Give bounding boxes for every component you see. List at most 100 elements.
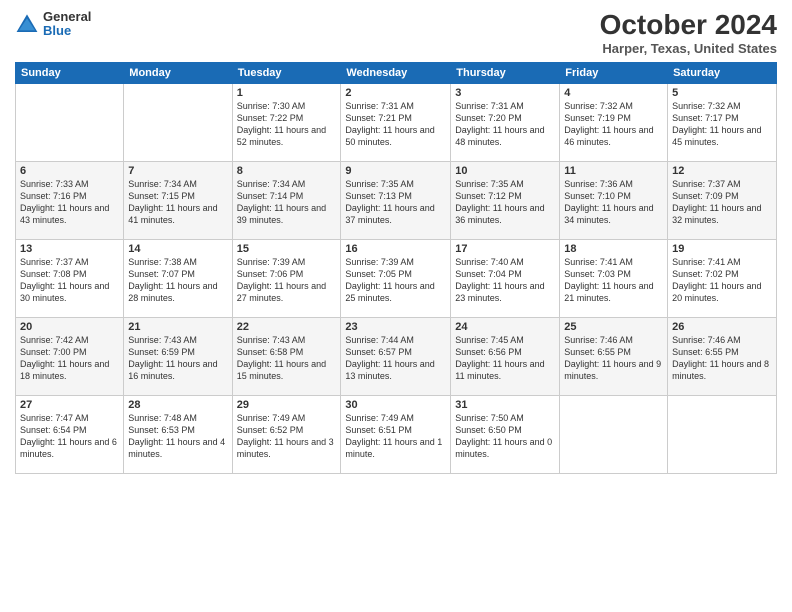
- col-monday: Monday: [124, 62, 232, 83]
- calendar-cell: 4 Sunrise: 7:32 AM Sunset: 7:19 PM Dayli…: [560, 83, 668, 161]
- sunrise-text: Sunrise: 7:31 AM: [345, 101, 414, 111]
- calendar-cell: 26 Sunrise: 7:46 AM Sunset: 6:55 PM Dayl…: [668, 317, 777, 395]
- col-sunday: Sunday: [16, 62, 124, 83]
- calendar-cell: 29 Sunrise: 7:49 AM Sunset: 6:52 PM Dayl…: [232, 395, 341, 473]
- sunrise-text: Sunrise: 7:39 AM: [237, 257, 306, 267]
- calendar-cell: [16, 83, 124, 161]
- sunrise-text: Sunrise: 7:34 AM: [237, 179, 306, 189]
- day-number: 7: [128, 165, 227, 177]
- daylight-text: Daylight: 11 hours and 13 minutes.: [345, 359, 434, 381]
- day-number: 8: [237, 165, 337, 177]
- calendar-cell: 30 Sunrise: 7:49 AM Sunset: 6:51 PM Dayl…: [341, 395, 451, 473]
- day-number: 5: [672, 87, 772, 99]
- calendar-cell: 9 Sunrise: 7:35 AM Sunset: 7:13 PM Dayli…: [341, 161, 451, 239]
- calendar-cell: 14 Sunrise: 7:38 AM Sunset: 7:07 PM Dayl…: [124, 239, 232, 317]
- col-friday: Friday: [560, 62, 668, 83]
- daylight-text: Daylight: 11 hours and 21 minutes.: [564, 281, 653, 303]
- daylight-text: Daylight: 11 hours and 16 minutes.: [128, 359, 217, 381]
- calendar-cell: 10 Sunrise: 7:35 AM Sunset: 7:12 PM Dayl…: [451, 161, 560, 239]
- daylight-text: Daylight: 11 hours and 48 minutes.: [455, 125, 544, 147]
- sunrise-text: Sunrise: 7:35 AM: [455, 179, 524, 189]
- sunrise-text: Sunrise: 7:46 AM: [564, 335, 633, 345]
- calendar-cell: 27 Sunrise: 7:47 AM Sunset: 6:54 PM Dayl…: [16, 395, 124, 473]
- day-number: 2: [345, 87, 446, 99]
- sunset-text: Sunset: 7:19 PM: [564, 113, 631, 123]
- calendar-cell: 11 Sunrise: 7:36 AM Sunset: 7:10 PM Dayl…: [560, 161, 668, 239]
- calendar-cell: 5 Sunrise: 7:32 AM Sunset: 7:17 PM Dayli…: [668, 83, 777, 161]
- day-number: 1: [237, 87, 337, 99]
- day-number: 16: [345, 243, 446, 255]
- logo-icon: [15, 12, 39, 36]
- day-number: 6: [20, 165, 119, 177]
- calendar-cell: 23 Sunrise: 7:44 AM Sunset: 6:57 PM Dayl…: [341, 317, 451, 395]
- sunset-text: Sunset: 7:16 PM: [20, 191, 87, 201]
- sunset-text: Sunset: 7:00 PM: [20, 347, 87, 357]
- daylight-text: Daylight: 11 hours and 18 minutes.: [20, 359, 109, 381]
- sunset-text: Sunset: 7:05 PM: [345, 269, 412, 279]
- sunset-text: Sunset: 6:52 PM: [237, 425, 304, 435]
- calendar-cell: 6 Sunrise: 7:33 AM Sunset: 7:16 PM Dayli…: [16, 161, 124, 239]
- sunrise-text: Sunrise: 7:40 AM: [455, 257, 524, 267]
- sunrise-text: Sunrise: 7:31 AM: [455, 101, 524, 111]
- sunset-text: Sunset: 6:50 PM: [455, 425, 522, 435]
- col-saturday: Saturday: [668, 62, 777, 83]
- daylight-text: Daylight: 11 hours and 0 minutes.: [455, 437, 552, 459]
- daylight-text: Daylight: 11 hours and 45 minutes.: [672, 125, 761, 147]
- sunset-text: Sunset: 7:14 PM: [237, 191, 304, 201]
- day-number: 14: [128, 243, 227, 255]
- logo-blue-text: Blue: [43, 24, 91, 38]
- sunrise-text: Sunrise: 7:48 AM: [128, 413, 197, 423]
- sunset-text: Sunset: 7:07 PM: [128, 269, 195, 279]
- daylight-text: Daylight: 11 hours and 6 minutes.: [20, 437, 117, 459]
- sunrise-text: Sunrise: 7:37 AM: [20, 257, 89, 267]
- calendar-cell: 17 Sunrise: 7:40 AM Sunset: 7:04 PM Dayl…: [451, 239, 560, 317]
- daylight-text: Daylight: 11 hours and 3 minutes.: [237, 437, 334, 459]
- day-number: 21: [128, 321, 227, 333]
- daylight-text: Daylight: 11 hours and 46 minutes.: [564, 125, 653, 147]
- calendar-cell: 18 Sunrise: 7:41 AM Sunset: 7:03 PM Dayl…: [560, 239, 668, 317]
- col-wednesday: Wednesday: [341, 62, 451, 83]
- daylight-text: Daylight: 11 hours and 8 minutes.: [672, 359, 769, 381]
- daylight-text: Daylight: 11 hours and 4 minutes.: [128, 437, 225, 459]
- sunrise-text: Sunrise: 7:43 AM: [128, 335, 197, 345]
- sunrise-text: Sunrise: 7:33 AM: [20, 179, 89, 189]
- sunset-text: Sunset: 7:12 PM: [455, 191, 522, 201]
- daylight-text: Daylight: 11 hours and 39 minutes.: [237, 203, 326, 225]
- calendar-cell: 24 Sunrise: 7:45 AM Sunset: 6:56 PM Dayl…: [451, 317, 560, 395]
- sunrise-text: Sunrise: 7:35 AM: [345, 179, 414, 189]
- day-number: 19: [672, 243, 772, 255]
- sunrise-text: Sunrise: 7:50 AM: [455, 413, 524, 423]
- sunrise-text: Sunrise: 7:38 AM: [128, 257, 197, 267]
- day-number: 22: [237, 321, 337, 333]
- sunrise-text: Sunrise: 7:36 AM: [564, 179, 633, 189]
- sunset-text: Sunset: 7:02 PM: [672, 269, 739, 279]
- daylight-text: Daylight: 11 hours and 43 minutes.: [20, 203, 109, 225]
- sunset-text: Sunset: 7:10 PM: [564, 191, 631, 201]
- calendar-cell: 15 Sunrise: 7:39 AM Sunset: 7:06 PM Dayl…: [232, 239, 341, 317]
- calendar-cell: [124, 83, 232, 161]
- sunset-text: Sunset: 7:15 PM: [128, 191, 195, 201]
- day-number: 23: [345, 321, 446, 333]
- daylight-text: Daylight: 11 hours and 11 minutes.: [455, 359, 544, 381]
- day-number: 26: [672, 321, 772, 333]
- day-number: 12: [672, 165, 772, 177]
- day-number: 15: [237, 243, 337, 255]
- day-number: 13: [20, 243, 119, 255]
- page: General Blue October 2024 Harper, Texas,…: [0, 0, 792, 612]
- daylight-text: Daylight: 11 hours and 52 minutes.: [237, 125, 326, 147]
- sunset-text: Sunset: 6:54 PM: [20, 425, 87, 435]
- sunset-text: Sunset: 7:20 PM: [455, 113, 522, 123]
- sunset-text: Sunset: 7:04 PM: [455, 269, 522, 279]
- sunset-text: Sunset: 6:55 PM: [564, 347, 631, 357]
- sunset-text: Sunset: 7:03 PM: [564, 269, 631, 279]
- calendar-week-5: 27 Sunrise: 7:47 AM Sunset: 6:54 PM Dayl…: [16, 395, 777, 473]
- sunset-text: Sunset: 6:59 PM: [128, 347, 195, 357]
- daylight-text: Daylight: 11 hours and 50 minutes.: [345, 125, 434, 147]
- sunset-text: Sunset: 7:13 PM: [345, 191, 412, 201]
- calendar-header-row: Sunday Monday Tuesday Wednesday Thursday…: [16, 62, 777, 83]
- daylight-text: Daylight: 11 hours and 30 minutes.: [20, 281, 109, 303]
- sunrise-text: Sunrise: 7:34 AM: [128, 179, 197, 189]
- calendar-cell: 22 Sunrise: 7:43 AM Sunset: 6:58 PM Dayl…: [232, 317, 341, 395]
- sunrise-text: Sunrise: 7:39 AM: [345, 257, 414, 267]
- daylight-text: Daylight: 11 hours and 1 minute.: [345, 437, 442, 459]
